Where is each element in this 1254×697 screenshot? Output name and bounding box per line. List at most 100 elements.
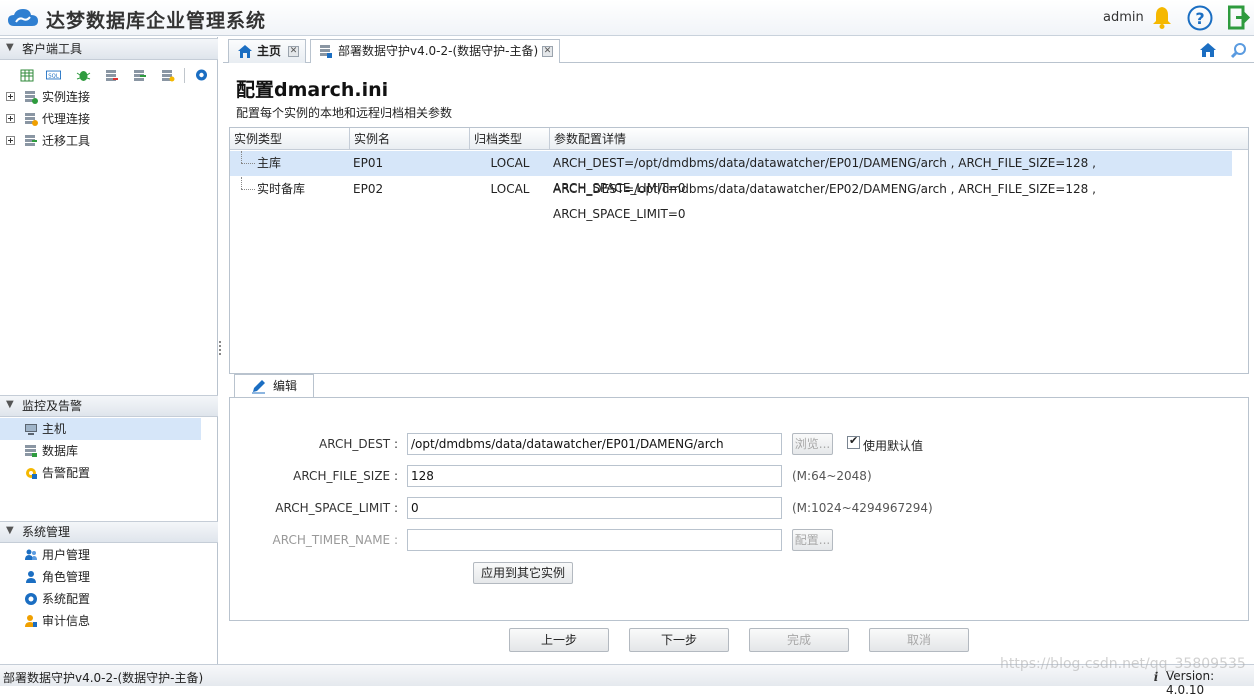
- new-table-icon[interactable]: [20, 68, 35, 82]
- close-icon[interactable]: ✕: [288, 46, 299, 57]
- debug-icon[interactable]: [76, 68, 91, 82]
- tools-icon[interactable]: [1230, 42, 1248, 59]
- sidebar-item-alert-config[interactable]: 告警配置: [0, 462, 218, 484]
- database-export-icon[interactable]: [104, 68, 119, 82]
- collapse-icon[interactable]: ▼: [6, 42, 16, 53]
- host-icon: [25, 424, 37, 435]
- arch-file-size-input[interactable]: [407, 465, 782, 487]
- alert-config-icon: [26, 468, 37, 479]
- tab-edit[interactable]: 编辑: [234, 374, 314, 398]
- sidebar-item-system-config[interactable]: 系统配置: [0, 588, 218, 610]
- database-tool-icon[interactable]: [160, 68, 175, 82]
- collapse-icon[interactable]: ▼: [6, 399, 16, 410]
- close-icon[interactable]: ✕: [542, 46, 553, 57]
- exit-icon[interactable]: [1228, 5, 1250, 30]
- app-title: 达梦数据库企业管理系统: [46, 10, 267, 32]
- column-header-instance-name[interactable]: 实例名: [350, 128, 470, 150]
- sidebar-item-label: 审计信息: [42, 614, 91, 628]
- cell-archive-type: LOCAL: [490, 156, 530, 170]
- watermark: https://blog.csdn.net/qq_35809535: [1000, 656, 1246, 672]
- expand-icon[interactable]: [6, 114, 15, 123]
- client-tools-header[interactable]: ▼ 客户端工具: [0, 38, 218, 60]
- svg-text:?: ?: [1195, 9, 1204, 28]
- page-subtitle: 配置每个实例的本地和远程归档相关参数: [236, 106, 453, 120]
- finish-button[interactable]: 完成: [749, 628, 849, 652]
- collapse-icon[interactable]: ▼: [6, 525, 16, 536]
- tab-home-label: 主页: [257, 44, 282, 58]
- page-title: 配置dmarch.ini: [236, 79, 389, 101]
- bell-icon[interactable]: [1150, 5, 1174, 30]
- arch-dest-input[interactable]: [407, 433, 782, 455]
- sidebar-item-database[interactable]: 数据库: [0, 440, 218, 462]
- tree-item-migration-tool[interactable]: 迁移工具: [0, 130, 218, 152]
- sidebar-item-label: 用户管理: [42, 548, 91, 562]
- home-nav-icon[interactable]: [1199, 42, 1217, 58]
- config-button[interactable]: 配置...: [792, 529, 833, 551]
- current-user-label[interactable]: admin: [1103, 10, 1144, 25]
- users-icon: [25, 549, 37, 560]
- monitoring-header-label: 监控及告警: [22, 399, 83, 413]
- tab-edit-label: 编辑: [273, 379, 298, 393]
- use-default-checkbox[interactable]: [847, 434, 860, 449]
- toolbar-separator: [184, 68, 185, 83]
- pencil-icon: [252, 380, 265, 394]
- arch-space-limit-input[interactable]: [407, 497, 782, 519]
- status-text: 部署数据守护v4.0-2-(数据守护-主备): [3, 671, 204, 685]
- settings-gear-icon[interactable]: [194, 68, 209, 82]
- sidebar-item-audit-info[interactable]: 审计信息: [0, 610, 218, 632]
- system-management-header[interactable]: ▼ 系统管理: [0, 521, 218, 543]
- table-header-filler: [1230, 128, 1248, 150]
- tree-line: [241, 177, 242, 189]
- version-label: Version: 4.0.10: [1166, 669, 1215, 697]
- tree-item-label: 迁移工具: [42, 134, 91, 148]
- client-tools-header-label: 客户端工具: [22, 42, 83, 56]
- tree-item-instance-connection[interactable]: 实例连接: [0, 86, 218, 108]
- sidebar-item-label: 角色管理: [42, 570, 91, 584]
- tree-item-agent-connection[interactable]: 代理连接: [0, 108, 218, 130]
- cell-instance-type: 主库: [257, 156, 282, 170]
- arch-dest-label: ARCH_DEST :: [319, 437, 398, 451]
- sidebar-item-host[interactable]: 主机: [0, 418, 201, 440]
- sidebar-item-role-management[interactable]: 角色管理: [0, 566, 218, 588]
- next-step-button[interactable]: 下一步: [629, 628, 729, 652]
- home-icon: [238, 45, 252, 58]
- arch-timer-name-input[interactable]: [407, 529, 782, 551]
- tree-line: [241, 163, 255, 164]
- expand-icon[interactable]: [6, 136, 15, 145]
- cell-instance-name: EP02: [353, 182, 384, 196]
- tree-line: [241, 151, 242, 163]
- cell-instance-type: 实时备库: [257, 182, 306, 196]
- sidebar-item-label: 系统配置: [42, 592, 91, 606]
- table-row[interactable]: 主库 EP01 LOCAL ARCH_DEST=/opt/dmdbms/data…: [230, 151, 1232, 195]
- database-icon: [25, 445, 37, 457]
- column-header-config-detail[interactable]: 参数配置详情: [550, 128, 1248, 150]
- sidebar-item-label: 告警配置: [42, 466, 91, 480]
- browse-button[interactable]: 浏览...: [792, 433, 833, 455]
- panel-splitter[interactable]: [219, 340, 222, 360]
- prev-step-button[interactable]: 上一步: [509, 628, 609, 652]
- sidebar-item-user-management[interactable]: 用户管理: [0, 544, 218, 566]
- use-default-label: 使用默认值: [863, 439, 924, 453]
- expand-icon[interactable]: [6, 92, 15, 101]
- apply-to-other-instances-button[interactable]: 应用到其它实例: [473, 562, 573, 584]
- tab-home[interactable]: 主页 ✕: [228, 39, 306, 63]
- instance-table: 实例类型 实例名 归档类型 参数配置详情 主库 EP01 LOCAL ARCH_…: [229, 127, 1249, 374]
- sidebar-item-label: 数据库: [42, 444, 79, 458]
- database-deploy-icon: [320, 45, 332, 58]
- help-icon[interactable]: ?: [1187, 5, 1213, 31]
- migrate-tool-icon[interactable]: [132, 68, 147, 82]
- arch-file-size-label: ARCH_FILE_SIZE :: [293, 469, 398, 483]
- table-row[interactable]: 实时备库 EP02 LOCAL ARCH_DEST=/opt/dmdbms/da…: [230, 177, 1232, 221]
- column-header-archive-type[interactable]: 归档类型: [470, 128, 550, 150]
- monitoring-header[interactable]: ▼ 监控及告警: [0, 395, 218, 417]
- migration-tool-icon: [25, 135, 37, 146]
- tab-deploy-datawatch[interactable]: 部署数据守护v4.0-2-(数据守护-主备) ✕: [310, 39, 560, 63]
- tree-item-label: 实例连接: [42, 90, 91, 104]
- cell-instance-name: EP01: [353, 156, 384, 170]
- sql-icon[interactable]: SQL: [46, 68, 61, 82]
- title-bar: 达梦数据库企业管理系统 admin ?: [0, 0, 1254, 36]
- arch-space-limit-hint: (M:1024~4294967294): [792, 501, 933, 515]
- column-header-instance-type[interactable]: 实例类型: [230, 128, 350, 150]
- cancel-button[interactable]: 取消: [869, 628, 969, 652]
- cell-config-detail: ARCH_DEST=/opt/dmdbms/data/datawatcher/E…: [553, 182, 1096, 221]
